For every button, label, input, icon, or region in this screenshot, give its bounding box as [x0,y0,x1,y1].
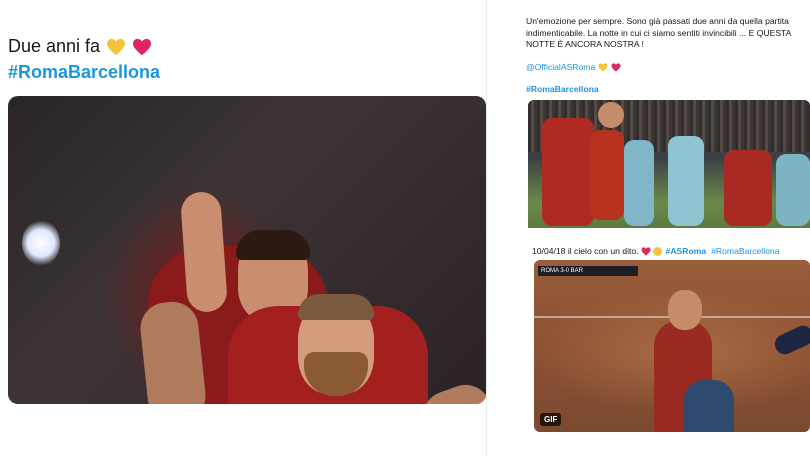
tweet-photo[interactable] [8,96,486,404]
right-bottom-tweet: 10/04/18 il cielo con un dito. #ASRoma #… [516,234,810,456]
red-heart-icon [641,246,651,256]
mention-link[interactable]: @OfficialASRoma [526,62,595,72]
tweet-gif[interactable]: ROMA 3-0 BAR GIF [534,260,810,432]
player-arm [771,322,810,358]
player [624,140,654,226]
left-tweet: Due anni fa #RomaBarcellona [0,0,486,456]
red-heart-icon [133,38,152,55]
steward [684,380,734,432]
player-hair [236,230,310,260]
yellow-heart-icon [598,62,608,72]
tweet-photo[interactable] [528,100,810,228]
tweet-body: Un'emozione per sempre. Sono già passati… [526,16,791,49]
tweet-body: Due anni fa [8,36,101,56]
player [590,130,624,220]
gif-badge: GIF [540,413,562,426]
tweet-text: Due anni fa [8,36,152,57]
player [776,154,810,226]
hashtag-link[interactable]: #RomaBarcellona [711,246,779,256]
tweet-body: 10/04/18 il cielo con un dito. [532,246,639,256]
mention-row: @OfficialASRoma [526,62,621,72]
right-top-tweet: Un'emozione per sempre. Sono già passati… [516,0,810,228]
player-head [668,290,702,330]
yellow-heart-icon [107,38,126,55]
heart-eyes-icon [652,246,662,256]
player-hair [298,294,374,320]
player [724,150,772,226]
player [542,118,594,226]
red-heart-icon [611,62,621,72]
divider [486,0,487,456]
hashtag-link[interactable]: #ASRoma [666,246,707,256]
scoreboard: ROMA 3-0 BAR [538,266,638,276]
hashtag-link[interactable]: #RomaBarcellona [526,84,599,94]
hashtag-link[interactable]: #RomaBarcellona [8,62,160,83]
stadium-light [22,220,60,266]
player-head [598,102,624,128]
player [668,136,704,226]
player-arm [179,190,229,314]
tweet-text: 10/04/18 il cielo con un dito. #ASRoma #… [532,246,779,256]
